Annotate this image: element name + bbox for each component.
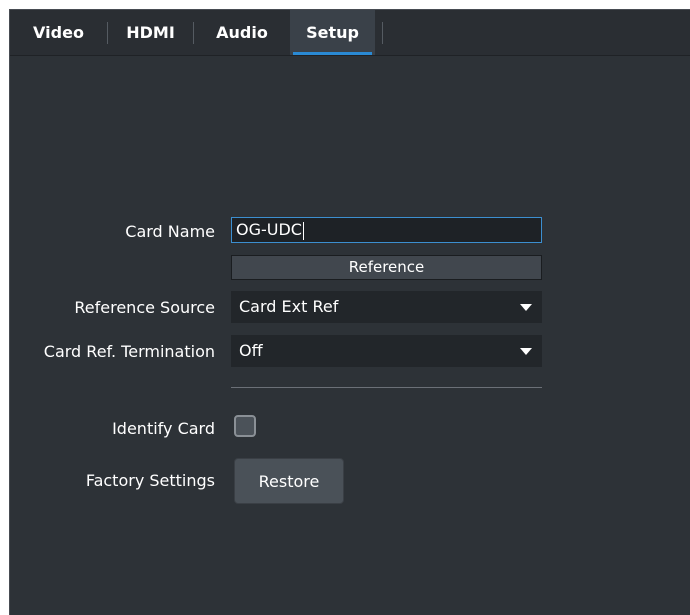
reference-section-header: Reference [231,255,542,280]
tab-audio[interactable]: Audio [194,10,290,55]
identify-card-checkbox[interactable] [234,415,256,437]
divider [231,387,542,388]
card-name-value: OG-UDC [236,220,302,239]
identify-card-label: Identify Card [112,419,215,438]
setup-panel: Video HDMI Audio Setup Card Name OG-UDC … [9,9,690,615]
tab-setup[interactable]: Setup [290,10,375,55]
text-caret [302,221,304,240]
restore-button[interactable]: Restore [234,458,344,504]
card-ref-termination-value: Off [239,341,263,360]
card-ref-termination-select[interactable]: Off [231,335,542,367]
tab-separator [382,22,383,44]
tab-video[interactable]: Video [10,10,107,55]
reference-source-label: Reference Source [74,298,215,317]
reference-source-select[interactable]: Card Ext Ref [231,291,542,323]
tab-hdmi[interactable]: HDMI [108,10,193,55]
card-name-label: Card Name [125,222,215,241]
factory-settings-label: Factory Settings [85,471,215,490]
dropdown-arrow-icon [520,304,532,311]
tab-bar: Video HDMI Audio Setup [10,10,690,56]
dropdown-arrow-icon [520,348,532,355]
reference-source-value: Card Ext Ref [239,297,339,316]
card-ref-termination-label: Card Ref. Termination [43,342,215,361]
card-name-input[interactable]: OG-UDC [231,217,542,243]
